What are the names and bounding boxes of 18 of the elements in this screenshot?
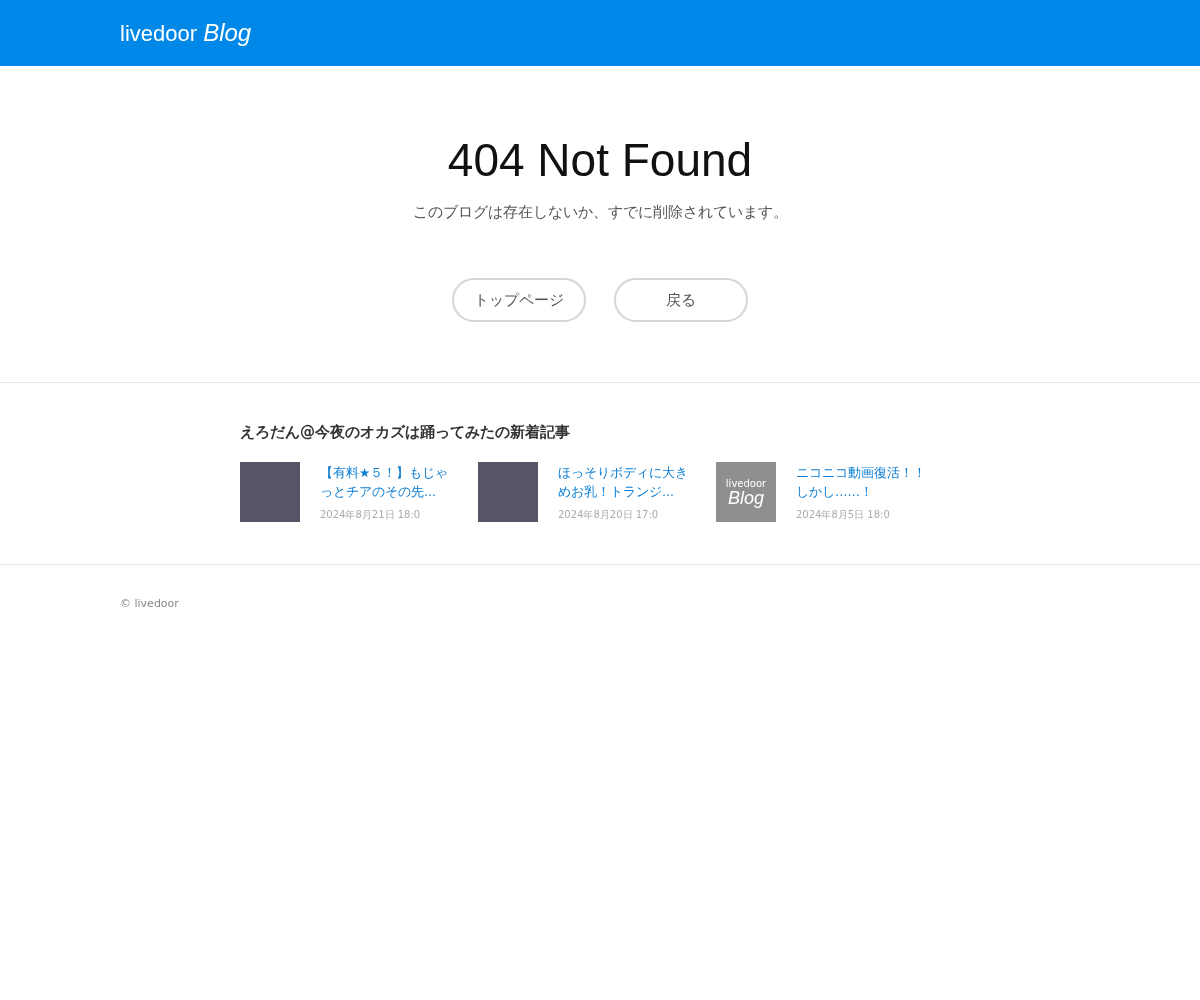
copyright-text: © livedoor <box>120 597 179 610</box>
section-heading: えろだん@今夜のオカズは踊ってみたの新着記事 <box>240 423 571 442</box>
livedoor-blog-logo[interactable]: livedoor Blog <box>120 19 252 47</box>
error-message: このブログは存在しないか、すでに削除されています。 <box>412 203 788 222</box>
photo-placeholder[interactable] <box>478 462 538 522</box>
nav-button[interactable]: トップページ <box>452 278 586 322</box>
article-link[interactable]: 【有料★５！】もじゃっとチアのその先... <box>320 464 460 502</box>
article-link[interactable]: ニコニコ動画復活！！しかし……！ <box>796 464 936 502</box>
article-date: 2024年8月5日 18:0 <box>796 507 891 522</box>
article-link[interactable]: ほっそりボディに大きめお乳！トランジ... <box>558 464 698 502</box>
nav-button[interactable]: 戻る <box>614 278 748 322</box>
article-date: 2024年8月20日 17:0 <box>558 507 660 522</box>
photo-placeholder[interactable] <box>240 462 300 522</box>
blog-logo-thumbnail[interactable]: livedoor Blog <box>716 462 776 522</box>
thumbnail-logo-text: Blog <box>728 488 764 507</box>
error-title: 404 Not Found <box>447 137 753 183</box>
thumbnail-caption: livedoor <box>725 477 767 489</box>
article-date: 2024年8月21日 18:0 <box>320 507 422 522</box>
